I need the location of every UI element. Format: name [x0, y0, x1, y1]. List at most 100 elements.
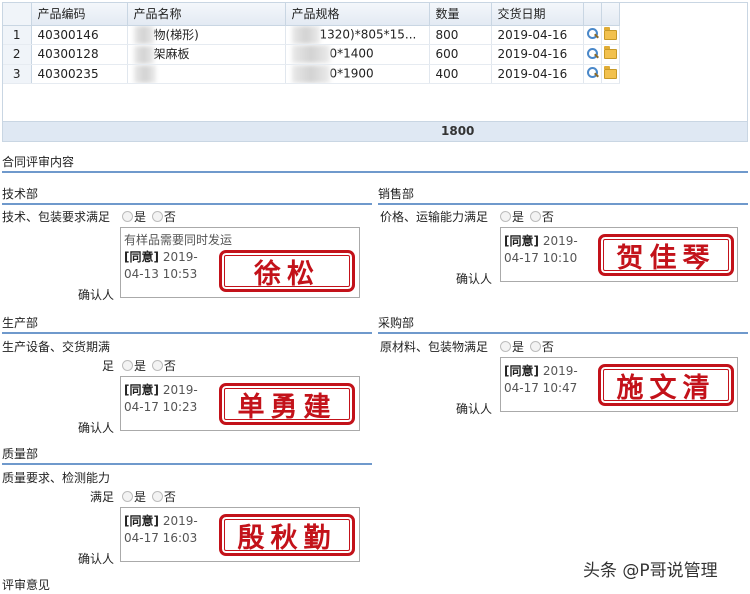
- purchase-agree-tag: [同意]: [504, 364, 539, 378]
- product-grid: 产品编码 产品名称 产品规格 数量 交货日期 1 40300146 物(梯形) …: [2, 2, 748, 142]
- tech-approval-text: [同意] 2019- 04-13 10:53: [124, 249, 198, 283]
- cell-name[interactable]: 架麻板: [127, 44, 286, 65]
- column-header-delivery-date[interactable]: 交货日期: [491, 3, 584, 26]
- view-action[interactable]: [583, 44, 602, 65]
- sales-question-label: 价格、运输能力满足: [380, 210, 489, 224]
- table-row[interactable]: 2 40300128 架麻板 0*1400 600 2019-04-16: [3, 44, 620, 65]
- tech-yes-radio[interactable]: [122, 211, 133, 222]
- contract-review-heading: 合同评审内容: [2, 153, 748, 173]
- sales-no-radio[interactable]: [529, 211, 541, 222]
- purchase-signature-stamp: 施文清: [598, 364, 734, 406]
- column-header-quantity[interactable]: 数量: [429, 3, 492, 26]
- column-header-open: [601, 3, 620, 26]
- tech-dept-heading: 技术部: [2, 185, 372, 205]
- row-number: 3: [3, 64, 32, 84]
- folder-icon[interactable]: [603, 65, 617, 79]
- open-action[interactable]: [601, 64, 620, 84]
- tech-approval-box[interactable]: 有样品需要同时发运 [同意] 2019- 04-13 10:53 徐松: [120, 227, 360, 298]
- quality-agree-tag: [同意]: [124, 514, 159, 528]
- sales-approval-text: [同意] 2019- 04-17 10:10: [504, 233, 578, 267]
- tech-no-radio[interactable]: [151, 211, 163, 222]
- purchase-dept-heading: 采购部: [378, 314, 748, 334]
- open-action[interactable]: [601, 25, 620, 45]
- purchase-approval-box[interactable]: [同意] 2019- 04-17 10:47 施文清: [500, 357, 738, 412]
- cell-spec[interactable]: 0*1400: [285, 44, 430, 65]
- cell-code[interactable]: 40300146: [31, 25, 128, 45]
- tech-approval-time: 04-13 10:53: [124, 267, 198, 281]
- folder-icon[interactable]: [603, 26, 617, 40]
- quality-approval-text: [同意] 2019- 04-17 16:03: [124, 513, 198, 547]
- quantity-total: 1800: [441, 124, 475, 138]
- production-question-label-line2: 足: [102, 359, 115, 373]
- production-radio-group: 是 否: [122, 357, 176, 374]
- sales-radio-group: 是 否: [500, 208, 554, 225]
- production-yes-label: 是: [134, 359, 147, 373]
- folder-icon[interactable]: [603, 46, 617, 60]
- quality-no-radio[interactable]: [151, 491, 163, 502]
- table-row[interactable]: 1 40300146 物(梯形) 1320)*805*15... 800 201…: [3, 25, 620, 45]
- blurred-text: [133, 26, 154, 44]
- quality-dept-heading: 质量部: [2, 445, 372, 465]
- magnifier-icon[interactable]: [586, 66, 598, 78]
- sales-signer-name: 贺佳琴: [616, 242, 716, 274]
- tech-note: 有样品需要同时发运: [124, 233, 233, 247]
- column-header-code[interactable]: 产品编码: [31, 3, 128, 26]
- production-question-label-line1: 生产设备、交货期满: [2, 340, 111, 354]
- cell-name-text: 物(梯形): [153, 27, 199, 42]
- production-no-label: 否: [163, 359, 176, 373]
- cell-delivery-date[interactable]: 2019-04-16: [491, 25, 584, 45]
- quality-confirm-label: 确认人: [78, 552, 115, 566]
- blurred-text: [291, 45, 330, 64]
- cell-delivery-date[interactable]: 2019-04-16: [491, 44, 584, 65]
- cell-delivery-date[interactable]: 2019-04-16: [491, 64, 584, 84]
- sales-approval-box[interactable]: [同意] 2019- 04-17 10:10 贺佳琴: [500, 227, 738, 282]
- cell-quantity[interactable]: 600: [429, 44, 492, 65]
- view-action[interactable]: [583, 25, 602, 45]
- cell-name[interactable]: [127, 64, 286, 84]
- quality-no-label: 否: [163, 490, 176, 504]
- production-confirm-label: 确认人: [78, 421, 115, 435]
- sales-agree-tag: [同意]: [504, 234, 539, 248]
- production-yes-radio[interactable]: [122, 360, 133, 371]
- magnifier-icon[interactable]: [586, 47, 598, 59]
- purchase-yes-radio[interactable]: [500, 341, 511, 352]
- cell-spec[interactable]: 0*1900: [285, 64, 430, 84]
- tech-approval-date: 2019-: [162, 250, 198, 264]
- production-approval-date: 2019-: [162, 383, 198, 397]
- cell-spec[interactable]: 1320)*805*15...: [285, 25, 430, 45]
- quality-yes-radio[interactable]: [122, 491, 133, 502]
- row-number-header: [3, 3, 32, 26]
- purchase-no-radio[interactable]: [529, 341, 541, 352]
- cell-quantity[interactable]: 800: [429, 25, 492, 45]
- tech-confirm-label: 确认人: [78, 288, 115, 302]
- production-approval-text: [同意] 2019- 04-17 10:23: [124, 382, 198, 416]
- cell-name[interactable]: 物(梯形): [127, 25, 286, 45]
- quality-approval-box[interactable]: [同意] 2019- 04-17 16:03 殷秋勤: [120, 507, 360, 562]
- purchase-approval-time: 04-17 10:47: [504, 381, 578, 395]
- view-action[interactable]: [583, 64, 602, 84]
- column-header-spec[interactable]: 产品规格: [285, 3, 430, 26]
- sales-approval-date: 2019-: [542, 234, 578, 248]
- watermark-text: 头条 @P哥说管理: [583, 561, 718, 581]
- blurred-text: [133, 64, 156, 82]
- quality-radio-group: 是 否: [122, 488, 176, 505]
- sales-yes-radio[interactable]: [500, 211, 511, 222]
- open-action[interactable]: [601, 44, 620, 65]
- cell-code[interactable]: 40300235: [31, 64, 128, 84]
- magnifier-icon[interactable]: [586, 27, 598, 40]
- purchase-no-label: 否: [541, 340, 554, 354]
- column-header-name[interactable]: 产品名称: [127, 3, 286, 26]
- blurred-text: [133, 45, 154, 64]
- table-row[interactable]: 3 40300235 0*1900 400 2019-04-16: [3, 64, 620, 84]
- summary-bar: 1800: [3, 121, 747, 141]
- cell-quantity[interactable]: 400: [429, 64, 492, 84]
- quality-signature-stamp: 殷秋勤: [219, 514, 355, 556]
- purchase-confirm-label: 确认人: [456, 402, 493, 416]
- production-no-radio[interactable]: [151, 360, 163, 371]
- cell-code[interactable]: 40300128: [31, 44, 128, 65]
- production-approval-box[interactable]: [同意] 2019- 04-17 10:23 单勇建: [120, 376, 360, 431]
- tech-signature-stamp: 徐松: [219, 250, 355, 292]
- row-number: 2: [3, 44, 32, 65]
- tech-yes-label: 是: [134, 210, 147, 224]
- quality-signer-name: 殷秋勤: [237, 522, 337, 554]
